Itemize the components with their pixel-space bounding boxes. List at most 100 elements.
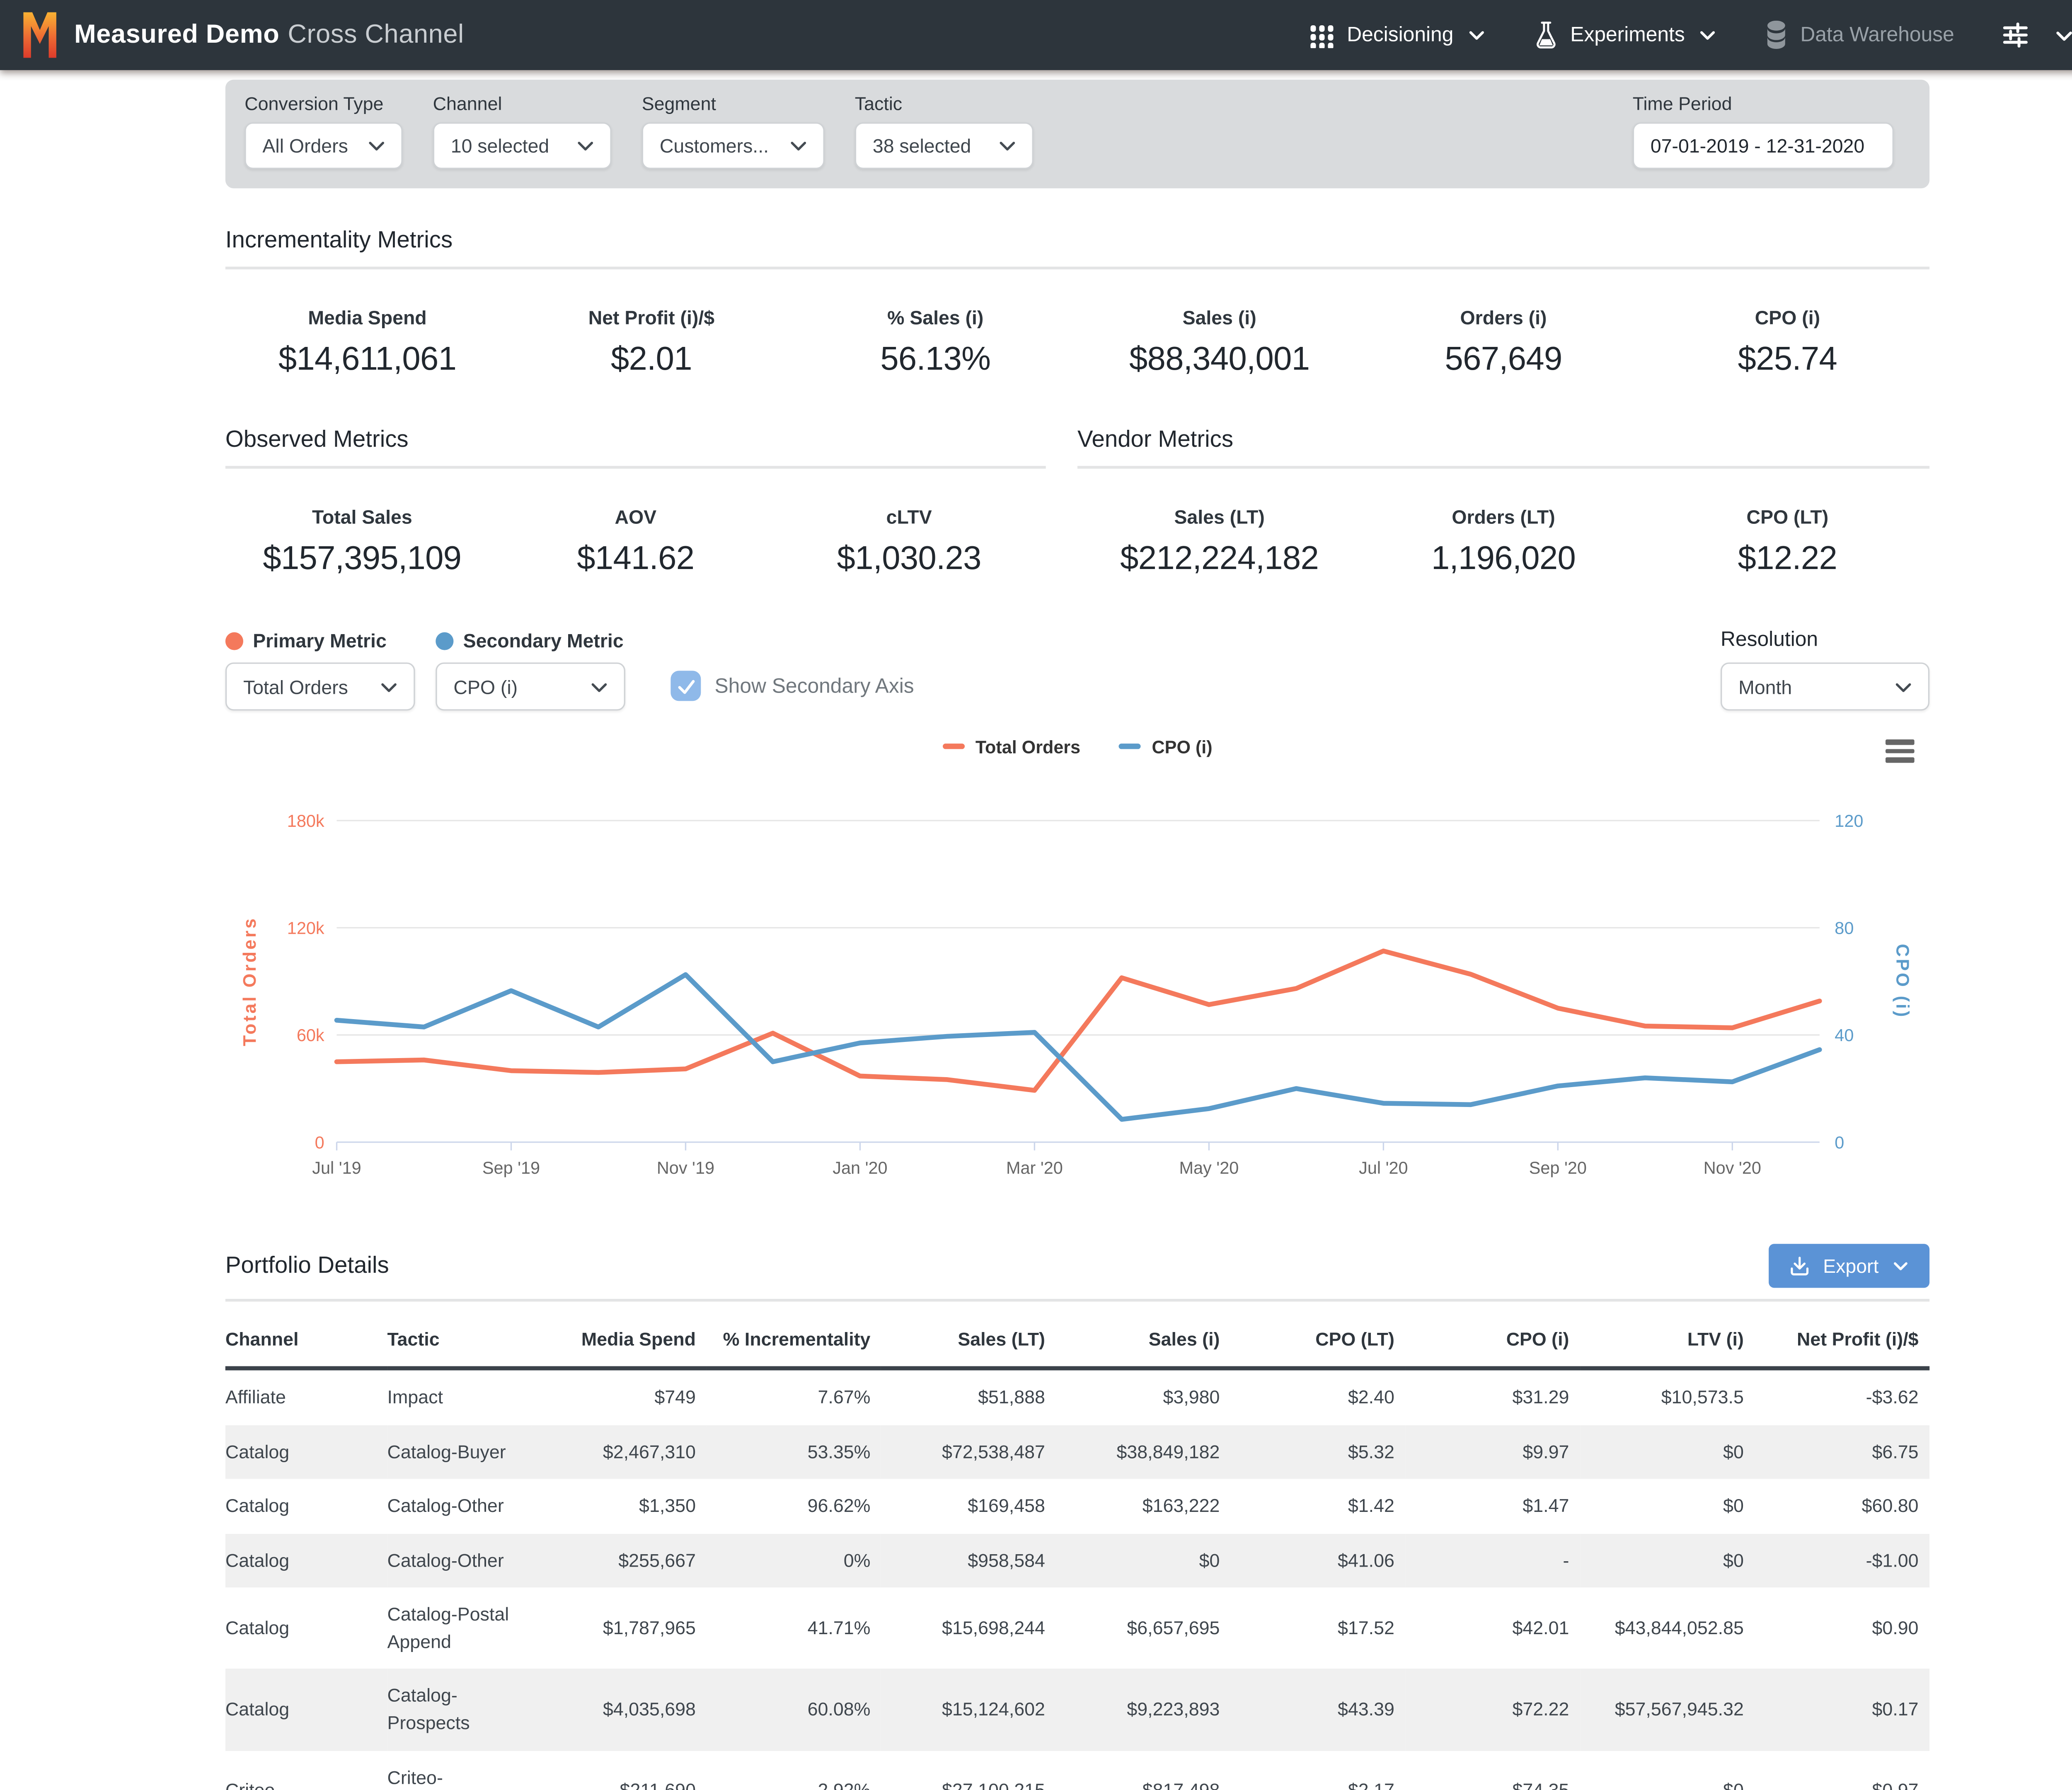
navbar: Measured Demo Cross Channel Decisioning bbox=[0, 0, 2072, 70]
portfolio-header: Portfolio Details Export bbox=[225, 1244, 1929, 1288]
line-chart-plot: 0060k40120k80180k120Jul '19Sep '19Nov '1… bbox=[225, 760, 1929, 1189]
channel-value: 10 selected bbox=[451, 135, 561, 157]
metric-value: 1,196,020 bbox=[1361, 540, 1645, 579]
table-row[interactable]: CatalogCatalog-Buyer$2,467,31053.35%$72,… bbox=[225, 1425, 1929, 1479]
legend-label-secondary: CPO (i) bbox=[1152, 736, 1213, 757]
export-button[interactable]: Export bbox=[1768, 1244, 1930, 1288]
channel-dropdown[interactable]: 10 selected bbox=[433, 122, 612, 169]
table-cell: $2.17 bbox=[1231, 1750, 1405, 1790]
table-row[interactable]: CatalogCatalog-Other$255,6670%$958,584$0… bbox=[225, 1533, 1929, 1588]
y-axis-right-tick: 80 bbox=[1835, 918, 1854, 937]
tactic-dropdown[interactable]: 38 selected bbox=[855, 122, 1034, 169]
table-row[interactable]: CatalogCatalog-Other$1,35096.62%$169,458… bbox=[225, 1479, 1929, 1533]
flask-icon bbox=[1533, 21, 1558, 50]
time-period-label: Time Period bbox=[1633, 94, 1894, 114]
table-row[interactable]: CriteoCriteo-Retargeting$211,6902.92%$27… bbox=[225, 1750, 1929, 1790]
filter-tactic: Tactic 38 selected bbox=[855, 94, 1034, 169]
y-axis-left-tick: 180k bbox=[287, 811, 324, 831]
chart-context-menu-icon[interactable] bbox=[1881, 735, 1919, 766]
conversion-type-dropdown[interactable]: All Orders bbox=[244, 122, 402, 169]
measured-logo-icon bbox=[22, 11, 58, 59]
portfolio-title: Portfolio Details bbox=[225, 1252, 389, 1279]
table-cell: $57,567,945.32 bbox=[1580, 1669, 1755, 1750]
table-cell: $6.75 bbox=[1755, 1425, 1929, 1479]
column-header: Media Spend bbox=[532, 1315, 707, 1369]
nav-item-data-warehouse[interactable]: Data Warehouse bbox=[1765, 21, 1954, 50]
nav-item-experiments[interactable]: Experiments bbox=[1533, 21, 1718, 50]
table-cell: $0.90 bbox=[1755, 1588, 1929, 1669]
table-cell: Catalog bbox=[225, 1425, 387, 1479]
filter-bar: Conversion Type All Orders Channel 10 se… bbox=[225, 80, 1929, 188]
nav-label-decisioning: Decisioning bbox=[1347, 23, 1453, 46]
table-cell: $15,124,602 bbox=[881, 1669, 1056, 1750]
chevron-down-icon bbox=[574, 135, 596, 157]
metric-cpo-i: CPO (i) $25.74 bbox=[1646, 307, 1929, 380]
metric-value: 567,649 bbox=[1361, 341, 1645, 379]
app-title-bold: Measured Demo bbox=[74, 20, 279, 49]
conversion-type-label: Conversion Type bbox=[244, 94, 402, 114]
secondary-metric-dot bbox=[436, 632, 453, 649]
resolution-label: Resolution bbox=[1721, 628, 1929, 652]
table-cell: $72,538,487 bbox=[881, 1425, 1056, 1479]
column-header: CPO (LT) bbox=[1231, 1315, 1405, 1369]
legend-item-cpo[interactable]: CPO (i) bbox=[1119, 736, 1213, 757]
column-header: % Incrementality bbox=[707, 1315, 881, 1369]
table-cell: $5.32 bbox=[1231, 1425, 1405, 1479]
filter-channel: Channel 10 selected bbox=[433, 94, 612, 169]
app-title-light: Cross Channel bbox=[288, 20, 464, 49]
table-row[interactable]: CatalogCatalog-Prospects$4,035,69860.08%… bbox=[225, 1669, 1929, 1750]
secondary-metric-dropdown[interactable]: CPO (i) bbox=[436, 662, 625, 710]
table-row[interactable]: AffiliateImpact$7497.67%$51,888$3,980$2.… bbox=[225, 1368, 1929, 1424]
show-secondary-axis-group: Show Secondary Axis bbox=[670, 671, 914, 701]
database-icon bbox=[1765, 21, 1788, 50]
table-cell: $74.35 bbox=[1405, 1750, 1580, 1790]
metric-label: % Sales (i) bbox=[794, 307, 1077, 329]
table-cell: Catalog-Buyer bbox=[387, 1425, 533, 1479]
chart: Total Orders CPO (i) 0060k40120k80180k12… bbox=[225, 733, 1929, 1189]
y-axis-right-tick: 40 bbox=[1835, 1025, 1854, 1045]
chevron-down-icon bbox=[378, 676, 400, 698]
export-button-label: Export bbox=[1823, 1255, 1878, 1277]
table-cell: $211,690 bbox=[532, 1750, 707, 1790]
sliders-icon bbox=[2001, 21, 2030, 50]
brand: Measured Demo Cross Channel bbox=[22, 11, 464, 59]
nav-label-data-warehouse: Data Warehouse bbox=[1800, 23, 1954, 46]
table-cell: $42.01 bbox=[1405, 1588, 1580, 1669]
time-period-input[interactable]: 07-01-2019 - 12-31-2020 bbox=[1633, 122, 1894, 169]
table-cell: $38,849,182 bbox=[1056, 1425, 1230, 1479]
table-cell: 60.08% bbox=[707, 1669, 881, 1750]
table-cell: $1.47 bbox=[1405, 1479, 1580, 1533]
metric-media-spend: Media Spend $14,611,061 bbox=[225, 307, 509, 380]
chevron-down-icon bbox=[996, 135, 1018, 157]
table-cell: $43.39 bbox=[1231, 1669, 1405, 1750]
table-row[interactable]: CatalogCatalog-Postal Append$1,787,96541… bbox=[225, 1588, 1929, 1669]
metric-orders-i: Orders (i) 567,649 bbox=[1361, 307, 1645, 380]
x-axis-label: Jan '20 bbox=[833, 1158, 887, 1177]
table-cell: - bbox=[1405, 1533, 1580, 1588]
resolution-dropdown[interactable]: Month bbox=[1721, 662, 1929, 710]
metric-value: $88,340,001 bbox=[1077, 341, 1361, 379]
x-axis-label: Jul '19 bbox=[312, 1158, 361, 1177]
table-cell: $0 bbox=[1580, 1750, 1755, 1790]
nav-item-settings[interactable] bbox=[2001, 21, 2072, 50]
series-line-cpo-i- bbox=[337, 975, 1820, 1119]
show-secondary-axis-checkbox[interactable] bbox=[670, 671, 701, 701]
segment-dropdown[interactable]: Customers... bbox=[642, 122, 825, 169]
nav-item-decisioning[interactable]: Decisioning bbox=[1308, 22, 1486, 48]
metric-label: Total Sales bbox=[225, 506, 499, 528]
table-cell: -$1.00 bbox=[1755, 1533, 1929, 1588]
table-cell: Affiliate bbox=[225, 1368, 387, 1424]
metric-cltv: cLTV $1,030.23 bbox=[772, 506, 1046, 579]
x-axis-label: Sep '20 bbox=[1529, 1158, 1587, 1177]
table-cell: $31.29 bbox=[1405, 1368, 1580, 1424]
table-body: AffiliateImpact$7497.67%$51,888$3,980$2.… bbox=[225, 1368, 1929, 1790]
chevron-down-icon bbox=[1893, 676, 1915, 698]
primary-metric-dropdown[interactable]: Total Orders bbox=[225, 662, 415, 710]
legend-item-total-orders[interactable]: Total Orders bbox=[942, 736, 1080, 757]
table-cell: $51,888 bbox=[881, 1368, 1056, 1424]
metric-sales-lt: Sales (LT) $212,224,182 bbox=[1077, 506, 1361, 579]
table-cell: $27,100,215 bbox=[881, 1750, 1056, 1790]
x-axis-label: Nov '19 bbox=[657, 1158, 714, 1177]
metric-label: Orders (LT) bbox=[1361, 506, 1645, 528]
column-header: Tactic bbox=[387, 1315, 533, 1369]
